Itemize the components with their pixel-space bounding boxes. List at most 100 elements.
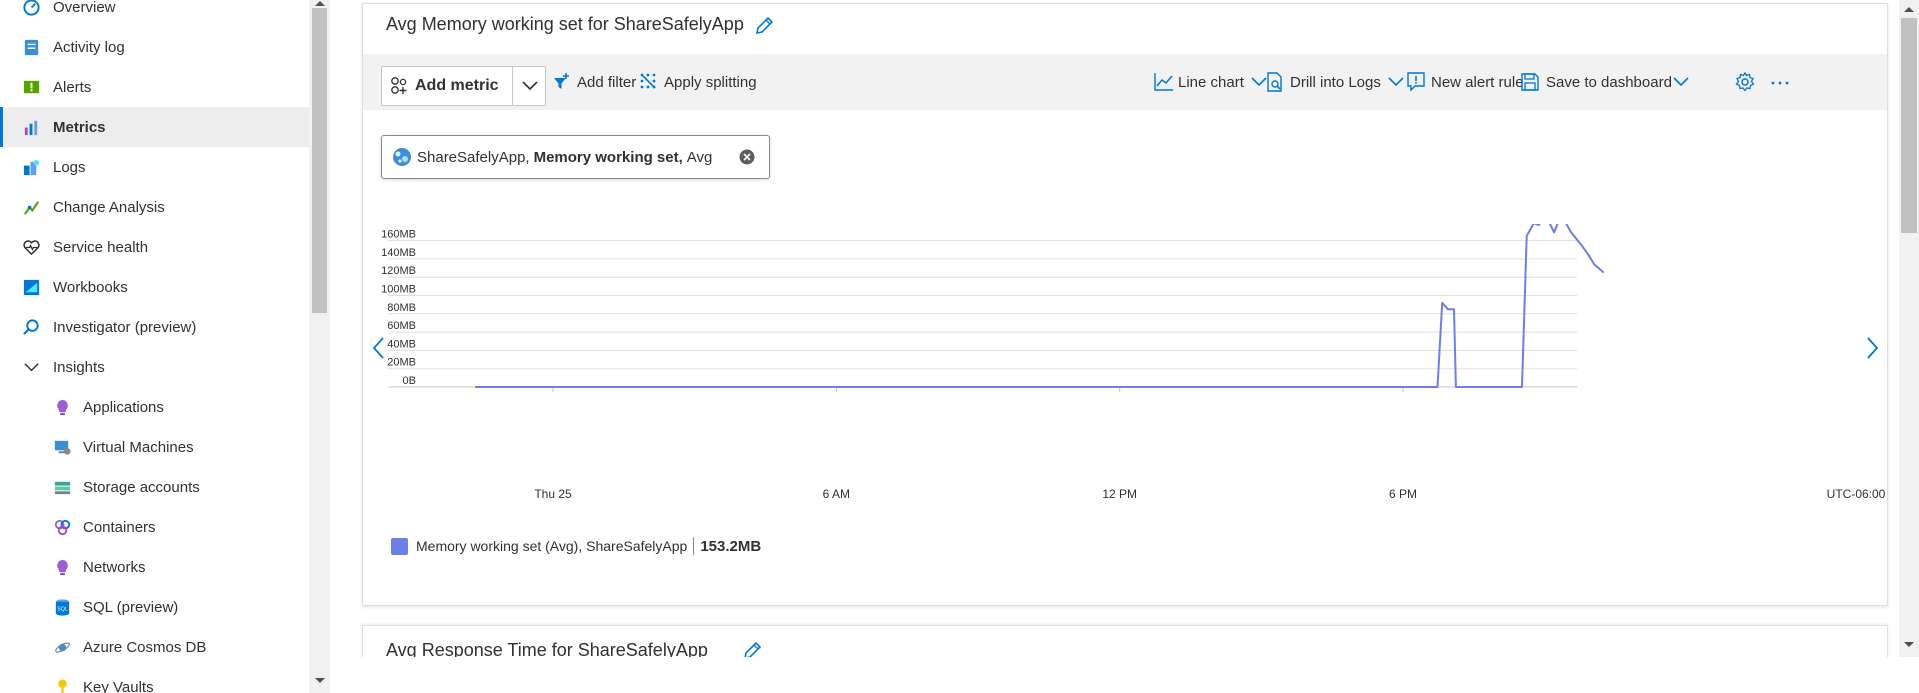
activity-log-icon — [24, 39, 39, 56]
add-filter-label: Add filter — [577, 73, 637, 91]
add-metric-button[interactable]: Add metric — [382, 67, 512, 105]
drill-into-logs-button[interactable]: Drill into Logs — [1264, 66, 1405, 98]
series-line[interactable] — [475, 224, 1605, 388]
app-service-icon — [393, 148, 411, 166]
metric-pill[interactable]: ShareSafelyApp, Memory working set, Avg — [381, 135, 770, 179]
scroll-up-arrow-icon[interactable] — [1903, 4, 1915, 14]
legend-separator — [693, 537, 695, 555]
chevron-left-icon[interactable] — [371, 336, 385, 360]
edit-pencil-icon[interactable] — [753, 15, 775, 37]
filter-icon — [554, 73, 569, 89]
chart-series[interactable] — [475, 224, 1605, 388]
sidebar-item-containers[interactable]: Containers — [0, 507, 309, 547]
add-filter-button[interactable]: Add filter — [551, 66, 636, 98]
virtual-machines-icon — [54, 440, 71, 455]
sidebar-item-label: Applications — [83, 398, 164, 416]
cosmos-db-icon — [55, 642, 70, 653]
new-alert-rule-icon — [1407, 72, 1425, 92]
chart-title[interactable]: Avg Memory working set for ShareSafelyAp… — [386, 14, 744, 35]
x-axis-labels: Thu 25 6 AM 12 PM 6 PM — [534, 387, 1417, 501]
add-metric-icon — [391, 77, 407, 94]
apply-splitting-button[interactable]: Apply splitting — [639, 66, 757, 98]
sidebar-scrollbar-thumb[interactable] — [312, 8, 327, 313]
chart-toolbar: Add metric Add filter Apply splitting Li… — [363, 54, 1887, 110]
sidebar-item-cosmos-db[interactable]: Azure Cosmos DB — [0, 627, 309, 667]
bottom-blank-area — [330, 657, 1919, 693]
line-chart-button[interactable]: Line chart — [1153, 66, 1268, 98]
chevron-down-icon — [24, 363, 39, 372]
x-tick-label: Thu 25 — [534, 487, 572, 501]
containers-icon — [54, 519, 71, 536]
networks-icon — [57, 559, 68, 576]
add-metric-label: Add metric — [415, 77, 499, 94]
sidebar-item-key-vaults[interactable]: Key Vaults — [0, 667, 309, 693]
sidebar-item-networks[interactable]: Networks — [0, 547, 309, 587]
x-tick-label: 6 PM — [1389, 487, 1417, 501]
chevron-down-icon — [1673, 77, 1689, 87]
sidebar-item-sql[interactable]: SQL SQL (preview) — [0, 587, 309, 627]
line-chart-icon — [1154, 73, 1173, 91]
logs-icon — [23, 159, 40, 176]
apply-splitting-label: Apply splitting — [664, 73, 757, 91]
chevron-right-icon[interactable] — [1866, 336, 1880, 360]
sidebar-item-alerts[interactable]: Alerts — [0, 67, 309, 107]
chart-card: Avg Memory working set for ShareSafelyAp… — [362, 3, 1888, 606]
y-tick-label: 140MB — [381, 247, 416, 259]
chevron-down-icon — [1388, 77, 1404, 87]
metric-pill-resource: ShareSafelyApp, — [417, 148, 530, 166]
sidebar-item-storage-accounts[interactable]: Storage accounts — [0, 467, 309, 507]
sidebar-item-change-analysis[interactable]: Change Analysis — [0, 187, 309, 227]
sidebar-item-activity-log[interactable]: Activity log — [0, 27, 309, 67]
sidebar-item-label: Storage accounts — [83, 478, 200, 496]
chart-legend[interactable]: Memory working set (Avg), ShareSafelyApp… — [391, 537, 761, 555]
scroll-up-arrow-icon[interactable] — [313, 0, 327, 8]
sidebar-item-workbooks[interactable]: Workbooks — [0, 267, 309, 307]
scroll-down-arrow-icon[interactable] — [1903, 640, 1915, 650]
y-tick-label: 160MB — [381, 229, 416, 241]
close-icon[interactable] — [739, 149, 755, 165]
new-alert-rule-label: New alert rule — [1431, 73, 1524, 91]
sidebar-item-virtual-machines[interactable]: Virtual Machines — [0, 427, 309, 467]
overview-icon — [23, 0, 40, 16]
sidebar-item-service-health[interactable]: Service health — [0, 227, 309, 267]
y-tick-label: 40MB — [387, 338, 416, 350]
sidebar-item-insights[interactable]: Insights — [0, 347, 309, 387]
sidebar-item-label: Activity log — [53, 38, 125, 56]
resource-menu-sidebar: Overview Activity log Alerts Metrics Log… — [0, 0, 309, 693]
timezone-label: UTC-06:00 — [1827, 487, 1886, 501]
sidebar-item-label: Insights — [53, 358, 105, 376]
sidebar-item-investigator[interactable]: Investigator (preview) — [0, 307, 309, 347]
save-to-dashboard-button[interactable]: Save to dashboard — [1520, 66, 1690, 98]
more-options-icon — [1771, 81, 1789, 85]
new-alert-rule-button[interactable]: New alert rule — [1406, 66, 1524, 98]
sidebar-item-logs[interactable]: Logs — [0, 147, 309, 187]
gear-icon — [1735, 71, 1755, 92]
sidebar-item-label: Networks — [83, 558, 146, 576]
sidebar-item-label: Virtual Machines — [83, 438, 194, 456]
change-analysis-icon — [23, 201, 40, 215]
sidebar-item-label: Overview — [53, 0, 116, 16]
sidebar-item-overview[interactable]: Overview — [0, 0, 309, 27]
sidebar-item-applications[interactable]: Applications — [0, 387, 309, 427]
sidebar-item-label: Key Vaults — [83, 678, 154, 693]
applications-icon — [57, 399, 68, 416]
x-tick-label: 12 PM — [1102, 487, 1137, 501]
service-health-icon — [23, 240, 40, 256]
chart-settings-button[interactable] — [1734, 66, 1756, 98]
sidebar-item-label: Metrics — [53, 118, 106, 136]
legend-label: Memory working set (Avg), ShareSafelyApp — [416, 538, 688, 554]
metric-pill-aggregation: Avg — [686, 148, 713, 166]
save-to-dashboard-label: Save to dashboard — [1546, 73, 1672, 91]
more-options-button[interactable] — [1769, 66, 1791, 98]
y-tick-label: 80MB — [387, 302, 416, 314]
add-metric-split-button: Add metric — [381, 66, 546, 106]
drill-logs-icon — [1267, 72, 1282, 92]
y-tick-label: 20MB — [387, 357, 416, 369]
sidebar-item-metrics[interactable]: Metrics — [0, 107, 309, 147]
main-scrollbar-thumb[interactable] — [1901, 18, 1917, 233]
sidebar-item-label: SQL (preview) — [83, 598, 179, 616]
y-tick-label: 100MB — [381, 284, 416, 296]
svg-text:SQL: SQL — [57, 606, 68, 612]
add-metric-dropdown[interactable] — [512, 67, 546, 105]
scroll-down-arrow-icon[interactable] — [313, 676, 327, 686]
